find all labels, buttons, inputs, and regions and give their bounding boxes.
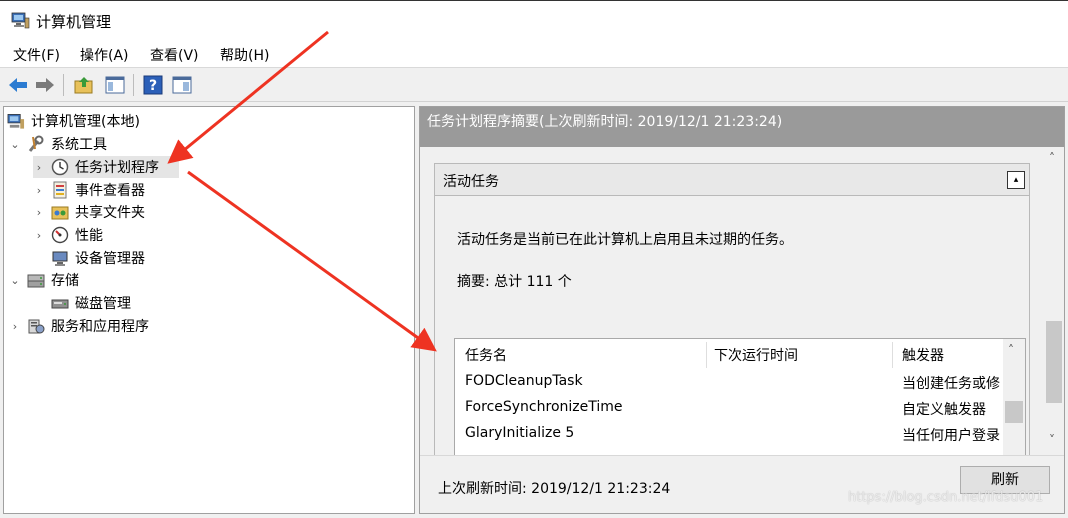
section-description: 活动任务是当前已在此计算机上启用且未过期的任务。 — [457, 232, 793, 248]
main-area: 计算机管理(本地) ⌄ 系统工具 › 任务计划程序 › 事件查看器 › 共享文件… — [0, 102, 1068, 518]
menu-bar: 文件(F) 操作(A) 查看(V) 帮助(H) — [0, 40, 1068, 68]
menu-file[interactable]: 文件(F) — [13, 45, 60, 65]
menu-view[interactable]: 查看(V) — [150, 45, 199, 65]
forward-button[interactable] — [33, 73, 57, 97]
menu-action[interactable]: 操作(A) — [80, 45, 129, 65]
summary-header: 任务计划程序摘要(上次刷新时间: 2019/12/1 21:23:24) — [420, 107, 1064, 147]
up-folder-icon — [74, 77, 93, 94]
table-scrollbar[interactable]: ˄ — [1003, 339, 1025, 456]
chevron-down-icon[interactable]: ⌄ — [9, 138, 21, 151]
tree-item-services-apps[interactable]: › 服务和应用程序 — [9, 315, 149, 337]
properties-button[interactable] — [170, 73, 194, 97]
chevron-right-icon[interactable]: › — [33, 184, 45, 197]
last-refresh-text: 上次刷新时间: 2019/12/1 21:23:24 — [438, 481, 671, 497]
chevron-down-icon[interactable]: ⌄ — [9, 274, 21, 287]
event-viewer-icon — [51, 181, 69, 199]
tree-item-root[interactable]: 计算机管理(本地) — [7, 110, 140, 132]
active-tasks-section: 活动任务 ▴ 活动任务是当前已在此计算机上启用且未过期的任务。 摘要: 总计 1… — [434, 163, 1030, 456]
services-icon — [27, 317, 45, 335]
tree-item-event-viewer[interactable]: › 事件查看器 — [33, 179, 145, 201]
forward-icon — [36, 78, 54, 92]
column-header-next-run[interactable]: 下次运行时间 — [714, 345, 798, 365]
scroll-thumb[interactable] — [1005, 401, 1023, 423]
computer-management-icon — [7, 112, 25, 130]
task-name-cell[interactable]: FODCleanupTask — [465, 373, 583, 389]
tools-icon — [27, 135, 45, 153]
chevron-right-icon[interactable]: › — [33, 206, 45, 219]
device-manager-icon — [51, 249, 69, 267]
task-name-cell[interactable]: GlaryInitialize 5 — [465, 425, 574, 441]
scroll-up-icon[interactable]: ˄ — [1008, 343, 1014, 357]
disk-icon — [51, 294, 69, 312]
help-button[interactable]: ? — [141, 73, 165, 97]
up-button[interactable] — [72, 73, 96, 97]
storage-icon — [27, 271, 45, 289]
back-icon — [9, 78, 27, 92]
clock-icon — [51, 158, 69, 176]
show-hide-tree-icon — [105, 76, 125, 94]
trigger-cell[interactable]: 当任何用户登录 — [902, 425, 1000, 445]
tree-label: 系统工具 — [51, 137, 107, 153]
tree-item-shared-folders[interactable]: › 共享文件夹 — [33, 201, 145, 223]
task-count-summary: 摘要: 总计 111 个 — [457, 274, 572, 290]
column-header-trigger[interactable]: 触发器 — [902, 345, 944, 365]
menu-help[interactable]: 帮助(H) — [220, 45, 269, 65]
shared-folder-icon — [51, 203, 69, 221]
computer-management-icon — [11, 12, 30, 29]
section-title: 活动任务 — [443, 174, 499, 190]
tree-label: 性能 — [75, 228, 103, 244]
column-header-task-name[interactable]: 任务名 — [465, 345, 507, 365]
summary-body: 活动任务 ▴ 活动任务是当前已在此计算机上启用且未过期的任务。 摘要: 总计 1… — [420, 147, 1044, 456]
svg-text:?: ? — [149, 78, 157, 94]
show-hide-tree-button[interactable] — [103, 73, 127, 97]
tree-label: 设备管理器 — [75, 251, 145, 267]
scroll-up-icon[interactable]: ˄ — [1049, 151, 1055, 165]
help-icon: ? — [143, 75, 163, 95]
tree-label: 磁盘管理 — [75, 296, 131, 312]
title-bar: 计算机管理 — [0, 0, 1068, 40]
tree-label: 事件查看器 — [75, 183, 145, 199]
tree-label: 共享文件夹 — [75, 205, 145, 221]
task-name-cell[interactable]: ForceSynchronizeTime — [465, 399, 623, 415]
summary-pane: 任务计划程序摘要(上次刷新时间: 2019/12/1 21:23:24) 活动任… — [419, 106, 1065, 514]
tree-item-disk-management[interactable]: 磁盘管理 — [51, 292, 131, 314]
chevron-right-icon[interactable]: › — [9, 320, 21, 333]
watermark: https://blog.csdn.net/lfdsu001 — [848, 490, 1044, 505]
tree-item-task-scheduler[interactable]: › 任务计划程序 — [33, 156, 179, 178]
tree-item-storage[interactable]: ⌄ 存储 — [9, 269, 79, 291]
navigation-tree: 计算机管理(本地) ⌄ 系统工具 › 任务计划程序 › 事件查看器 › 共享文件… — [3, 106, 415, 514]
properties-icon — [172, 76, 192, 94]
tree-label: 任务计划程序 — [75, 160, 159, 176]
scroll-down-icon[interactable]: ˅ — [1049, 433, 1055, 447]
tree-item-device-manager[interactable]: 设备管理器 — [51, 247, 145, 269]
scroll-thumb[interactable] — [1046, 321, 1062, 403]
performance-icon — [51, 226, 69, 244]
tree-item-performance[interactable]: › 性能 — [33, 224, 103, 246]
chevron-right-icon[interactable]: › — [33, 229, 45, 242]
tree-item-system-tools[interactable]: ⌄ 系统工具 — [9, 133, 107, 155]
summary-scrollbar[interactable]: ˄ ˅ — [1044, 147, 1064, 455]
chevron-right-icon[interactable]: › — [33, 161, 45, 174]
back-button[interactable] — [6, 73, 30, 97]
tree-label: 计算机管理(本地) — [31, 114, 140, 130]
collapse-button[interactable]: ▴ — [1007, 171, 1025, 189]
trigger-cell[interactable]: 当创建任务或修 — [902, 373, 1000, 393]
tree-label: 服务和应用程序 — [51, 319, 149, 335]
tree-label: 存储 — [51, 273, 79, 289]
toolbar: ? — [0, 68, 1068, 102]
window-title: 计算机管理 — [36, 13, 112, 31]
active-tasks-table: 任务名 下次运行时间 触发器 FODCleanupTask 当创建任务或修 Fo… — [454, 338, 1026, 456]
trigger-cell[interactable]: 自定义触发器 — [902, 399, 986, 419]
section-header[interactable]: 活动任务 ▴ — [435, 164, 1029, 196]
